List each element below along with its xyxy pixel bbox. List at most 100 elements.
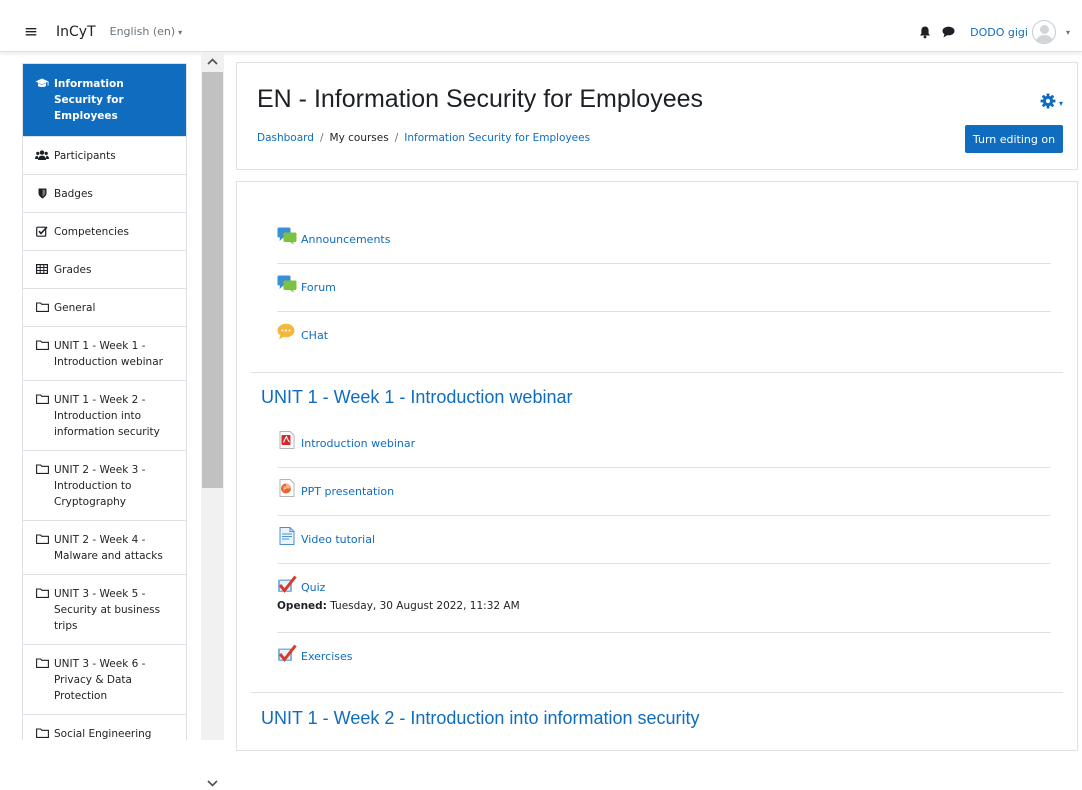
drawer-item-label: Grades (54, 264, 92, 276)
username[interactable]: DODO gigi (970, 26, 1028, 39)
file-icon (277, 526, 297, 546)
scroll-up-arrow-icon[interactable] (201, 54, 224, 68)
drawer-item-label: Information Security for Employees (54, 78, 124, 122)
folder-icon (35, 656, 49, 668)
breadcrumb-dashboard[interactable]: Dashboard (257, 132, 314, 144)
svg-text:P: P (283, 487, 286, 493)
drawer-item-label: Social Engineering (54, 728, 152, 740)
activity-announcements[interactable]: Announcements (277, 226, 1051, 246)
scroll-down-arrow-icon[interactable] (201, 776, 224, 790)
drawer-scrollbar[interactable] (201, 52, 224, 787)
course-content: Announcements Forum CHat UNIT 1 - Week 1… (236, 181, 1078, 751)
drawer-item-unit1-week1[interactable]: UNIT 1 - Week 1 - Introduction webinar (23, 327, 186, 381)
activity-link[interactable]: Announcements (301, 227, 390, 246)
table-icon (35, 262, 49, 274)
gear-icon (1040, 93, 1056, 113)
breadcrumb-separator: / (319, 132, 324, 144)
drawer-item-badges[interactable]: Badges (23, 175, 186, 213)
breadcrumb-my-courses: My courses (329, 132, 389, 144)
pdf-icon (277, 430, 297, 450)
users-icon (35, 148, 49, 160)
chat-icon (277, 322, 297, 342)
user-nav: DODO gigi ▾ (918, 12, 1082, 52)
page-header: EN - Information Security for Employees … (236, 62, 1078, 170)
drawer-item-grades[interactable]: Grades (23, 251, 186, 289)
shield-icon (35, 186, 49, 199)
menu-toggle-button[interactable]: ≡ (14, 17, 48, 47)
folder-icon (35, 586, 49, 598)
divider (277, 632, 1051, 633)
drawer-item-label: UNIT 1 - Week 1 - Introduction webinar (54, 340, 163, 368)
caret-down-icon: ▾ (1058, 98, 1063, 108)
message-icon[interactable] (941, 25, 955, 39)
caret-down-icon[interactable]: ▾ (1066, 28, 1070, 37)
drawer-item-participants[interactable]: Participants (23, 137, 186, 175)
section-title-unit1-week2[interactable]: UNIT 1 - Week 2 - Introduction into info… (261, 708, 700, 729)
activity-exercises[interactable]: Exercises (277, 643, 1051, 663)
drawer-item-label: UNIT 1 - Week 2 - Introduction into info… (54, 394, 160, 438)
drawer-item-label: UNIT 3 - Week 6 - Privacy & Data Protect… (54, 658, 146, 702)
ppt-icon: P (277, 478, 297, 498)
drawer-item-unit3-week5[interactable]: UNIT 3 - Week 5 - Security at business t… (23, 575, 186, 645)
activity-link[interactable]: Introduction webinar (301, 431, 415, 450)
section-divider (251, 692, 1063, 693)
folder-icon (35, 726, 49, 738)
folder-icon (35, 300, 49, 312)
drawer-item-course[interactable]: Information Security for Employees (23, 64, 186, 137)
language-label: English (en) (109, 25, 176, 38)
drawer-item-unit1-week2[interactable]: UNIT 1 - Week 2 - Introduction into info… (23, 381, 186, 451)
folder-icon (35, 462, 49, 474)
drawer-item-label: UNIT 3 - Week 5 - Security at business t… (54, 588, 161, 632)
course-nav-drawer: Information Security for Employees Parti… (22, 63, 187, 740)
drawer-item-label: UNIT 2 - Week 4 - Malware and attacks (54, 534, 163, 562)
activity-link[interactable]: Exercises (301, 644, 353, 663)
activity-introduction-webinar[interactable]: Introduction webinar (277, 430, 1051, 450)
drawer-item-label: Competencies (54, 226, 129, 238)
avatar[interactable] (1031, 20, 1056, 44)
page-title: EN - Information Security for Employees (257, 85, 703, 113)
hamburger-icon: ≡ (23, 21, 39, 42)
activity-quiz[interactable]: Quiz Opened: Tuesday, 30 August 2022, 11… (277, 574, 1051, 612)
graduation-cap-icon (35, 76, 49, 89)
activity-link[interactable]: Quiz (301, 575, 325, 594)
caret-down-icon: ▾ (178, 28, 183, 37)
bell-icon[interactable] (918, 25, 932, 39)
section-title-unit1-week1[interactable]: UNIT 1 - Week 1 - Introduction webinar (261, 387, 572, 408)
course-actions-menu[interactable]: ▾ (1040, 93, 1063, 113)
check-square-icon (35, 224, 49, 237)
top-navbar: ≡ InCyT English (en) ▾ DODO gigi ▾ (0, 12, 1082, 52)
activity-link[interactable]: Forum (301, 275, 336, 294)
folder-icon (35, 392, 49, 404)
breadcrumb-separator: / (394, 132, 399, 144)
drawer-item-label: Participants (54, 150, 116, 162)
divider (277, 515, 1051, 516)
section-divider (251, 372, 1063, 373)
site-brand[interactable]: InCyT (56, 24, 96, 40)
quiz-opened-date: Opened: Tuesday, 30 August 2022, 11:32 A… (277, 600, 1051, 612)
drawer-item-unit2-week4[interactable]: UNIT 2 - Week 4 - Malware and attacks (23, 521, 186, 575)
drawer-item-social-engineering[interactable]: Social Engineering (23, 715, 186, 740)
drawer-item-unit2-week3[interactable]: UNIT 2 - Week 3 - Introduction to Crypto… (23, 451, 186, 521)
activity-link[interactable]: CHat (301, 323, 328, 342)
activity-video-tutorial[interactable]: Video tutorial (277, 526, 1051, 546)
activity-ppt-presentation[interactable]: P PPT presentation (277, 478, 1051, 498)
quiz-icon (277, 574, 297, 594)
activity-chat[interactable]: CHat (277, 322, 1051, 342)
breadcrumb-course[interactable]: Information Security for Employees (404, 132, 590, 144)
drawer-item-label: Badges (54, 188, 93, 200)
drawer-item-general[interactable]: General (23, 289, 186, 327)
drawer-item-competencies[interactable]: Competencies (23, 213, 186, 251)
folder-icon (35, 338, 49, 350)
turn-editing-on-button[interactable]: Turn editing on (965, 125, 1063, 153)
drawer-item-unit3-week6[interactable]: UNIT 3 - Week 6 - Privacy & Data Protect… (23, 645, 186, 715)
activity-link[interactable]: Video tutorial (301, 527, 375, 546)
activity-forum[interactable]: Forum (277, 274, 1051, 294)
language-menu[interactable]: English (en) ▾ (110, 25, 183, 38)
drawer-item-label: General (54, 302, 96, 314)
breadcrumb: Dashboard / My courses / Information Sec… (257, 132, 590, 144)
divider (277, 467, 1051, 468)
activity-link[interactable]: PPT presentation (301, 479, 394, 498)
folder-icon (35, 532, 49, 544)
scrollbar-thumb[interactable] (202, 72, 223, 488)
top-strip (0, 0, 1082, 12)
